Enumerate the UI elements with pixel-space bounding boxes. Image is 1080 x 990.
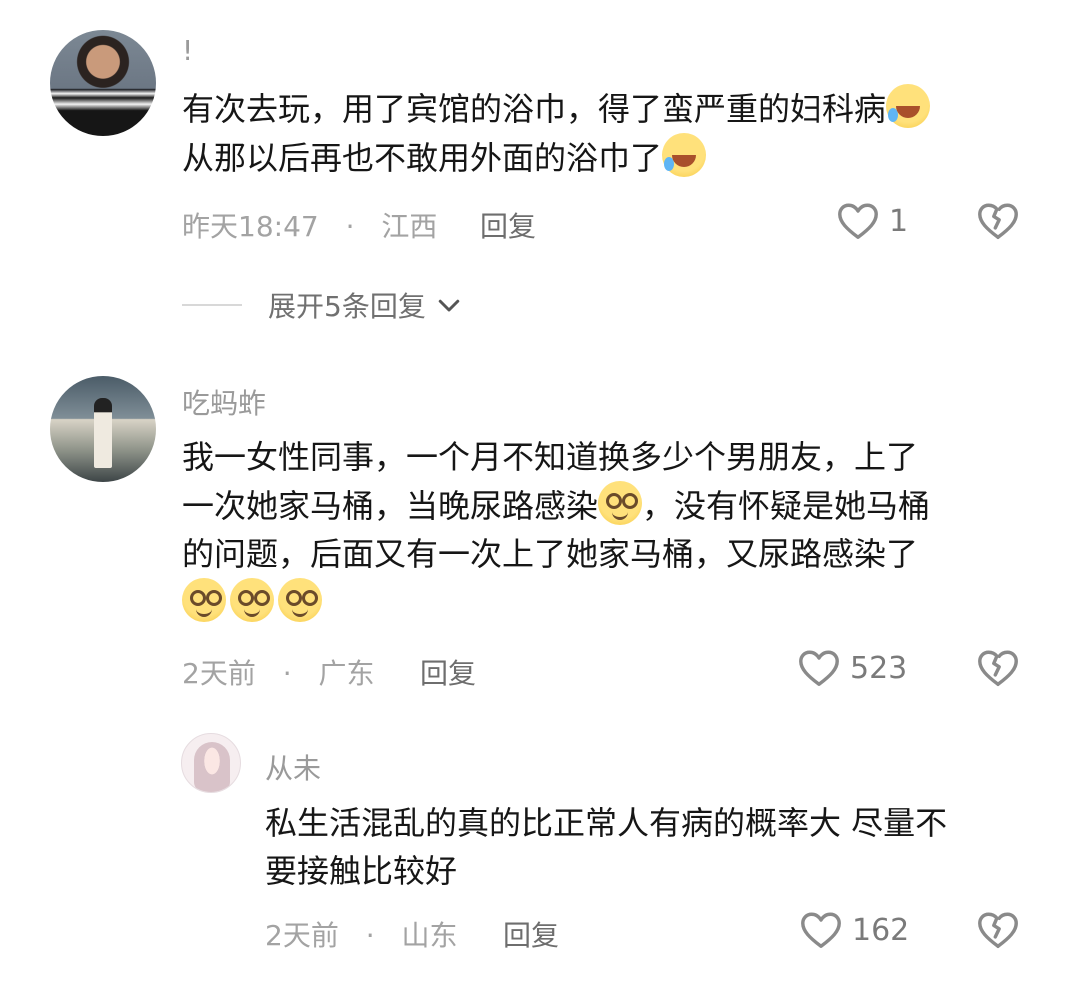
dizzy-emoji-icon <box>182 578 226 622</box>
comment-text-line: 有次去玩，用了宾馆的浴巾，得了蛮严重的妇科病 <box>182 90 887 128</box>
heart-outline-icon <box>835 198 881 244</box>
expand-replies-label: 展开5条回复 <box>268 290 426 323</box>
dizzy-emoji-icon <box>230 578 274 622</box>
comment-text: 有次去玩，用了宾馆的浴巾，得了蛮严重的妇科病 从那以后再也不敢用外面的浴巾了 <box>182 84 931 182</box>
comment-text: 我一女性同事，一个月不知道换多少个男朋友，上了 一次她家马桶，当晚尿路感染 ，没有… <box>182 433 930 627</box>
comment-text-line: ，没有怀疑是她马桶 <box>642 487 931 525</box>
comment-text: 私生活混乱的真的比正常人有病的概率大 尽量不 要接触比较好 <box>265 799 947 895</box>
like-button[interactable]: 162 <box>798 907 909 953</box>
timestamp: 昨天18:47 <box>182 210 319 243</box>
broken-heart-icon[interactable] <box>975 907 1021 953</box>
separator: · <box>365 919 375 952</box>
avatar[interactable] <box>50 30 156 136</box>
username[interactable]: ! <box>182 34 193 67</box>
location: 江西 <box>381 210 438 243</box>
location: 山东 <box>401 919 458 952</box>
comment-meta: 昨天18:47 · 江西 <box>182 205 437 245</box>
reply-button[interactable]: 回复 <box>480 205 536 245</box>
comment-text-line: 我一女性同事，一个月不知道换多少个男朋友，上了 <box>182 438 919 476</box>
reply-button[interactable]: 回复 <box>420 652 476 692</box>
comment-text-line: 的问题，后面又有一次上了她家马桶，又尿路感染了 <box>182 535 919 573</box>
avatar[interactable] <box>50 376 156 482</box>
like-count: 523 <box>850 650 908 686</box>
username[interactable]: 从未 <box>265 747 321 787</box>
like-button[interactable]: 1 <box>835 198 908 244</box>
heart-outline-icon <box>796 645 842 691</box>
comment-meta: 2天前 · 山东 <box>265 914 458 954</box>
like-count: 1 <box>889 203 909 239</box>
like-count: 162 <box>852 912 910 948</box>
timestamp: 2天前 <box>265 919 339 952</box>
comment-text-line: 从那以后再也不敢用外面的浴巾了 <box>182 139 663 177</box>
separator: · <box>282 657 292 690</box>
chevron-down-icon <box>434 290 464 320</box>
expand-replies[interactable]: 展开5条回复 <box>182 285 464 325</box>
like-button[interactable]: 523 <box>796 645 907 691</box>
dizzy-emoji-icon <box>598 481 643 525</box>
comment-text-line: 私生活混乱的真的比正常人有病的概率大 尽量不 <box>265 804 948 842</box>
comment-text-line: 一次她家马桶，当晚尿路感染 <box>182 487 599 525</box>
comment-text-line: 要接触比较好 <box>265 852 458 890</box>
comment-meta: 2天前 · 广东 <box>182 652 375 692</box>
divider <box>182 304 242 306</box>
timestamp: 2天前 <box>182 657 256 690</box>
laugh-cry-emoji-icon <box>886 84 931 128</box>
separator: · <box>345 210 355 243</box>
username[interactable]: 吃蚂蚱 <box>182 382 266 422</box>
dizzy-emoji-icon <box>278 578 322 622</box>
location: 广东 <box>318 657 375 690</box>
heart-outline-icon <box>798 907 844 953</box>
broken-heart-icon[interactable] <box>975 198 1021 244</box>
reply-button[interactable]: 回复 <box>503 914 559 954</box>
avatar[interactable] <box>181 733 241 793</box>
broken-heart-icon[interactable] <box>975 645 1021 691</box>
laugh-cry-emoji-icon <box>662 133 707 177</box>
